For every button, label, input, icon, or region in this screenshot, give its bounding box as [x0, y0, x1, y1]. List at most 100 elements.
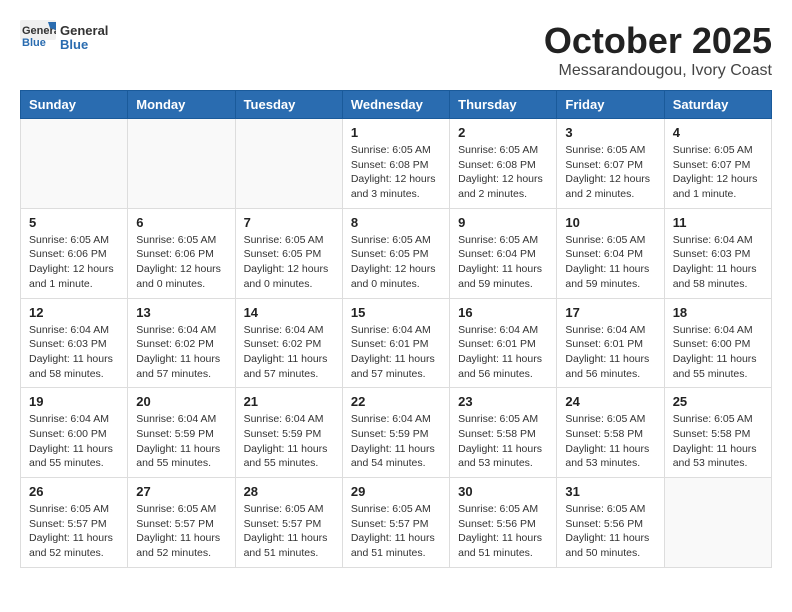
day-info: Sunrise: 6:05 AM Sunset: 5:57 PM Dayligh… — [29, 502, 119, 561]
day-number: 15 — [351, 305, 441, 320]
day-cell: 17Sunrise: 6:04 AM Sunset: 6:01 PM Dayli… — [557, 298, 664, 388]
location: Messarandougou, Ivory Coast — [544, 62, 772, 80]
day-info: Sunrise: 6:05 AM Sunset: 5:57 PM Dayligh… — [351, 502, 441, 561]
day-cell: 1 Sunrise: 6:05 AM Sunset: 6:08 PM Daylig… — [342, 119, 449, 209]
day-cell: 9Sunrise: 6:05 AM Sunset: 6:04 PM Daylig… — [450, 208, 557, 298]
day-number: 8 — [351, 215, 441, 230]
day-info: Sunrise: 6:05 AM Sunset: 6:05 PM Dayligh… — [244, 233, 334, 292]
col-header-friday: Friday — [557, 91, 664, 119]
day-info: Sunrise: 6:04 AM Sunset: 6:03 PM Dayligh… — [29, 323, 119, 382]
day-cell: 20 Sunrise: 6:04 AM Sunset: 5:59 PM Dayli… — [128, 388, 235, 478]
day-cell — [21, 119, 128, 209]
day-cell — [235, 119, 342, 209]
day-cell: 2 Sunrise: 6:05 AM Sunset: 6:08 PM Daylig… — [450, 119, 557, 209]
col-header-saturday: Saturday — [664, 91, 771, 119]
day-info: Sunrise: 6:05 AM Sunset: 5:58 PM Dayligh… — [673, 412, 763, 471]
title-area: October 2025 Messarandougou, Ivory Coast — [544, 20, 772, 80]
page-header: General Blue General Blue October 2025 M… — [20, 20, 772, 80]
day-cell: 28 Sunrise: 6:05 AM Sunset: 5:57 PM Dayli… — [235, 478, 342, 568]
day-number: 20 — [136, 394, 226, 409]
day-number: 5 — [29, 215, 119, 230]
day-cell: 14Sunrise: 6:04 AM Sunset: 6:02 PM Dayli… — [235, 298, 342, 388]
day-info: Sunrise: 6:04 AM Sunset: 6:03 PM Dayligh… — [673, 233, 763, 292]
day-cell: 13 Sunrise: 6:04 AM Sunset: 6:02 PM Dayli… — [128, 298, 235, 388]
day-cell: 16Sunrise: 6:04 AM Sunset: 6:01 PM Dayli… — [450, 298, 557, 388]
day-cell: 15 Sunrise: 6:04 AM Sunset: 6:01 PM Dayli… — [342, 298, 449, 388]
svg-text:Blue: Blue — [22, 37, 46, 49]
day-cell: 6 Sunrise: 6:05 AM Sunset: 6:06 PM Daylig… — [128, 208, 235, 298]
day-cell: 22Sunrise: 6:04 AM Sunset: 5:59 PM Dayli… — [342, 388, 449, 478]
day-number: 9 — [458, 215, 548, 230]
day-info: Sunrise: 6:05 AM Sunset: 5:58 PM Dayligh… — [565, 412, 655, 471]
day-number: 1 — [351, 125, 441, 140]
day-number: 24 — [565, 394, 655, 409]
day-number: 31 — [565, 484, 655, 499]
day-cell: 31 Sunrise: 6:05 AM Sunset: 5:56 PM Dayli… — [557, 478, 664, 568]
day-cell — [128, 119, 235, 209]
logo-icon: General Blue — [20, 20, 56, 56]
week-row-2: 5 Sunrise: 6:05 AM Sunset: 6:06 PM Daylig… — [21, 208, 772, 298]
day-number: 28 — [244, 484, 334, 499]
col-header-sunday: Sunday — [21, 91, 128, 119]
day-info: Sunrise: 6:05 AM Sunset: 6:04 PM Dayligh… — [565, 233, 655, 292]
day-number: 26 — [29, 484, 119, 499]
day-cell: 5 Sunrise: 6:05 AM Sunset: 6:06 PM Daylig… — [21, 208, 128, 298]
logo-blue-text: Blue — [60, 38, 108, 52]
week-row-5: 26 Sunrise: 6:05 AM Sunset: 5:57 PM Dayli… — [21, 478, 772, 568]
col-header-wednesday: Wednesday — [342, 91, 449, 119]
day-number: 10 — [565, 215, 655, 230]
day-info: Sunrise: 6:05 AM Sunset: 6:06 PM Dayligh… — [29, 233, 119, 292]
day-info: Sunrise: 6:05 AM Sunset: 5:56 PM Dayligh… — [565, 502, 655, 561]
week-row-4: 19 Sunrise: 6:04 AM Sunset: 6:00 PM Dayli… — [21, 388, 772, 478]
day-number: 6 — [136, 215, 226, 230]
day-number: 2 — [458, 125, 548, 140]
day-cell: 3 Sunrise: 6:05 AM Sunset: 6:07 PM Daylig… — [557, 119, 664, 209]
day-info: Sunrise: 6:04 AM Sunset: 5:59 PM Dayligh… — [136, 412, 226, 471]
day-cell: 21Sunrise: 6:04 AM Sunset: 5:59 PM Dayli… — [235, 388, 342, 478]
day-number: 3 — [565, 125, 655, 140]
day-number: 14 — [244, 305, 334, 320]
day-number: 7 — [244, 215, 334, 230]
day-number: 11 — [673, 215, 763, 230]
day-number: 18 — [673, 305, 763, 320]
day-number: 29 — [351, 484, 441, 499]
calendar-header-row: SundayMondayTuesdayWednesdayThursdayFrid… — [21, 91, 772, 119]
day-cell: 8 Sunrise: 6:05 AM Sunset: 6:05 PM Daylig… — [342, 208, 449, 298]
day-info: Sunrise: 6:05 AM Sunset: 6:07 PM Dayligh… — [673, 143, 763, 202]
calendar-table: SundayMondayTuesdayWednesdayThursdayFrid… — [20, 90, 772, 568]
day-info: Sunrise: 6:04 AM Sunset: 6:01 PM Dayligh… — [351, 323, 441, 382]
day-number: 25 — [673, 394, 763, 409]
day-info: Sunrise: 6:05 AM Sunset: 5:57 PM Dayligh… — [136, 502, 226, 561]
day-info: Sunrise: 6:05 AM Sunset: 5:58 PM Dayligh… — [458, 412, 548, 471]
day-cell: 19 Sunrise: 6:04 AM Sunset: 6:00 PM Dayli… — [21, 388, 128, 478]
day-info: Sunrise: 6:04 AM Sunset: 5:59 PM Dayligh… — [244, 412, 334, 471]
day-cell: 27Sunrise: 6:05 AM Sunset: 5:57 PM Dayli… — [128, 478, 235, 568]
logo: General Blue General Blue — [20, 20, 108, 56]
col-header-monday: Monday — [128, 91, 235, 119]
week-row-3: 12Sunrise: 6:04 AM Sunset: 6:03 PM Dayli… — [21, 298, 772, 388]
day-cell: 24 Sunrise: 6:05 AM Sunset: 5:58 PM Dayli… — [557, 388, 664, 478]
day-number: 17 — [565, 305, 655, 320]
day-cell — [664, 478, 771, 568]
month-title: October 2025 — [544, 20, 772, 62]
day-info: Sunrise: 6:05 AM Sunset: 5:57 PM Dayligh… — [244, 502, 334, 561]
day-info: Sunrise: 6:05 AM Sunset: 6:08 PM Dayligh… — [351, 143, 441, 202]
week-row-1: 1 Sunrise: 6:05 AM Sunset: 6:08 PM Daylig… — [21, 119, 772, 209]
day-number: 13 — [136, 305, 226, 320]
day-cell: 12Sunrise: 6:04 AM Sunset: 6:03 PM Dayli… — [21, 298, 128, 388]
day-number: 19 — [29, 394, 119, 409]
day-info: Sunrise: 6:05 AM Sunset: 6:06 PM Dayligh… — [136, 233, 226, 292]
day-number: 22 — [351, 394, 441, 409]
col-header-thursday: Thursday — [450, 91, 557, 119]
day-info: Sunrise: 6:05 AM Sunset: 6:08 PM Dayligh… — [458, 143, 548, 202]
day-cell: 11 Sunrise: 6:04 AM Sunset: 6:03 PM Dayli… — [664, 208, 771, 298]
day-cell: 7 Sunrise: 6:05 AM Sunset: 6:05 PM Daylig… — [235, 208, 342, 298]
day-info: Sunrise: 6:04 AM Sunset: 6:00 PM Dayligh… — [29, 412, 119, 471]
day-cell: 10 Sunrise: 6:05 AM Sunset: 6:04 PM Dayli… — [557, 208, 664, 298]
day-info: Sunrise: 6:04 AM Sunset: 6:00 PM Dayligh… — [673, 323, 763, 382]
day-info: Sunrise: 6:05 AM Sunset: 6:07 PM Dayligh… — [565, 143, 655, 202]
day-cell: 18 Sunrise: 6:04 AM Sunset: 6:00 PM Dayli… — [664, 298, 771, 388]
day-info: Sunrise: 6:04 AM Sunset: 6:02 PM Dayligh… — [136, 323, 226, 382]
logo-general-text: General — [60, 24, 108, 38]
day-info: Sunrise: 6:05 AM Sunset: 6:05 PM Dayligh… — [351, 233, 441, 292]
